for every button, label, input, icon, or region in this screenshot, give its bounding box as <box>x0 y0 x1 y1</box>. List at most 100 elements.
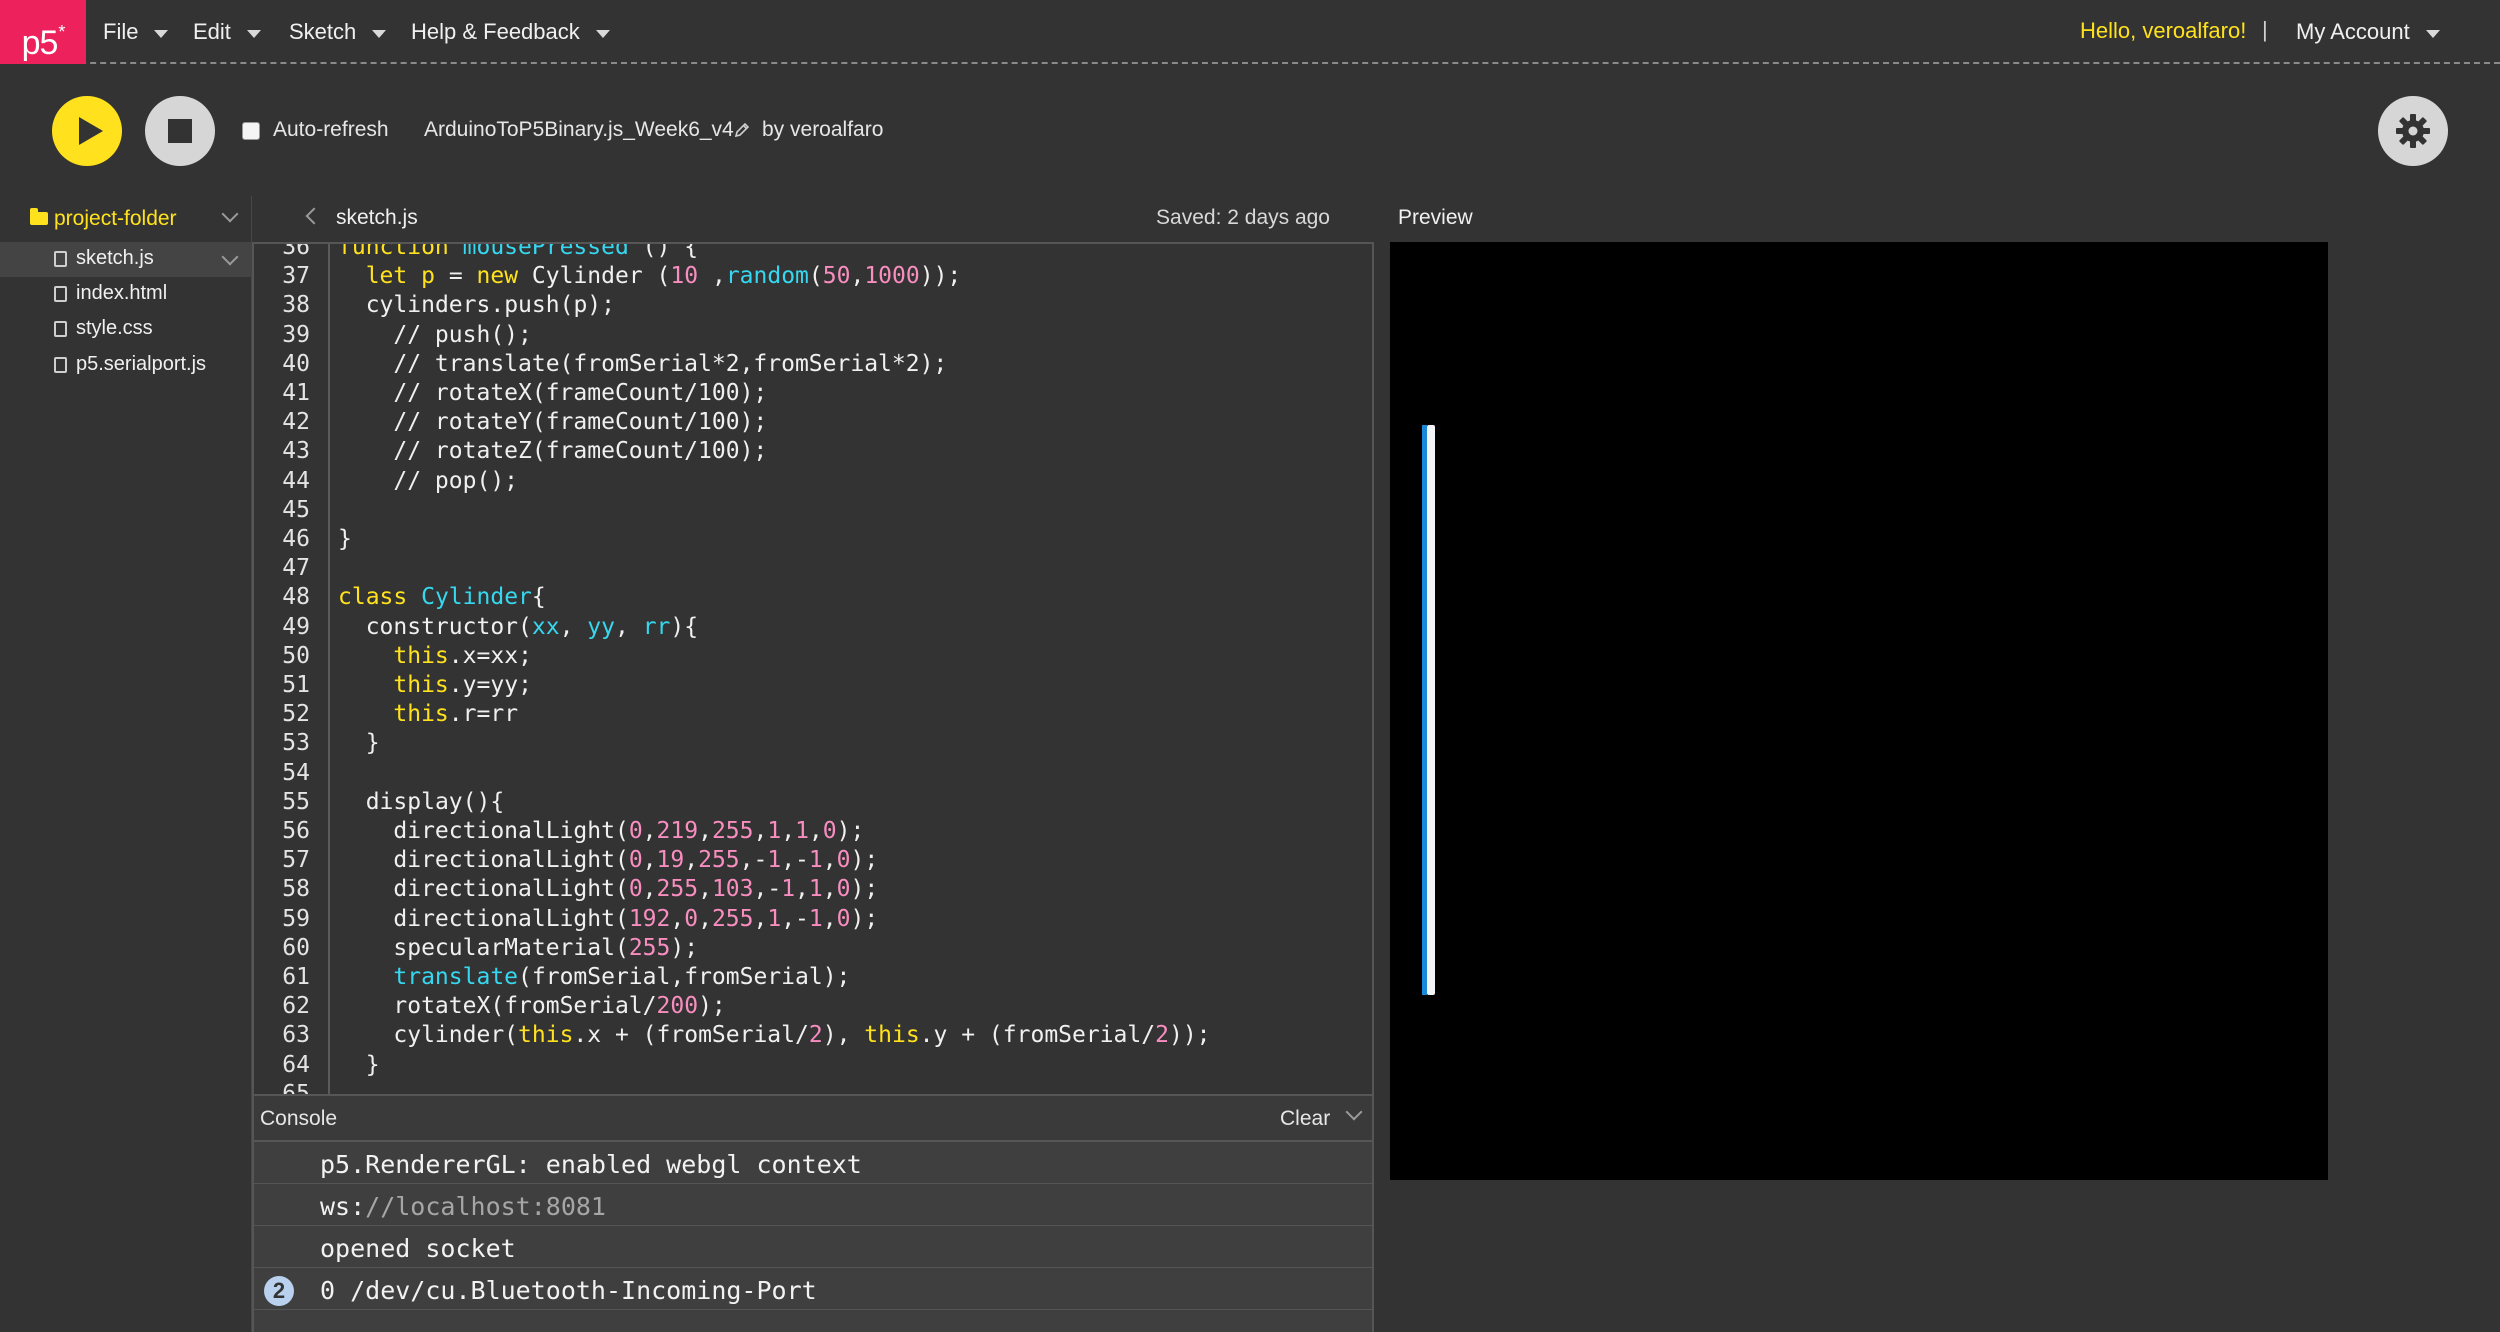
line-number: 47 <box>282 555 310 582</box>
menu-edit[interactable]: Edit <box>193 18 261 46</box>
code-line[interactable]: 46} <box>254 525 1372 554</box>
code-line[interactable]: 45 <box>254 496 1372 525</box>
code-line[interactable]: 39 // push(); <box>254 321 1372 350</box>
line-number: 41 <box>282 380 310 406</box>
menu-sketch[interactable]: Sketch <box>289 18 387 46</box>
line-number: 62 <box>282 993 310 1020</box>
code-text: } <box>338 1051 380 1078</box>
file-label: p5.serialport.js <box>76 353 207 375</box>
code-line[interactable]: 41 // rotateX(frameCount/100); <box>254 379 1372 408</box>
file-label: index.html <box>76 282 168 304</box>
code-text: rotateX(fromSerial/200); <box>393 993 726 1020</box>
code-line[interactable]: 59 directionalLight(192,0,255,1,-1,0); <box>254 905 1372 934</box>
line-number: 53 <box>282 730 310 757</box>
menu-file[interactable]: File <box>103 18 169 46</box>
file-icon <box>54 321 67 337</box>
chevron-down-icon <box>372 29 387 38</box>
chevron-down-icon[interactable] <box>1345 1103 1363 1121</box>
code-text: this.y=yy; <box>393 672 532 698</box>
code-line[interactable]: 47 <box>254 554 1372 583</box>
code-line[interactable]: 58 directionalLight(0,255,103,-1,1,0); <box>254 875 1372 904</box>
code-line[interactable]: 64 } <box>254 1051 1372 1080</box>
code-line[interactable]: 53 } <box>254 729 1372 758</box>
sidebar-file-style-css[interactable]: style.css <box>0 312 252 347</box>
console-message: 2 0 /dev/cu.Bluetooth-Incoming-Port <box>254 1268 1372 1310</box>
code-line[interactable]: 62 rotateX(fromSerial/200); <box>254 992 1372 1021</box>
file-icon <box>54 286 67 302</box>
line-number: 55 <box>282 788 310 815</box>
console-message: opened socket <box>254 1226 1372 1268</box>
console-clear-button[interactable]: Clear <box>1280 1107 1330 1131</box>
code-line[interactable]: 44 // pop(); <box>254 467 1372 496</box>
menu-help-feedback[interactable]: Help & Feedback <box>411 18 610 46</box>
sketch-author: by veroalfaro <box>762 118 884 141</box>
play-button[interactable] <box>52 96 122 166</box>
rendered-cylinder <box>1427 425 1435 995</box>
line-number: 38 <box>282 292 310 319</box>
code-line[interactable]: 55 display(){ <box>254 788 1372 817</box>
code-line[interactable]: 51 this.y=yy; <box>254 671 1372 700</box>
line-number: 39 <box>282 321 310 348</box>
code-line[interactable]: 57 directionalLight(0,19,255,-1,-1,0); <box>254 846 1372 875</box>
line-number: 44 <box>282 467 310 494</box>
code-line[interactable]: 38 cylinders.push(p); <box>254 291 1372 320</box>
code-text: cylinders.push(p); <box>365 292 615 319</box>
console-header: Console Clear <box>252 1096 1374 1142</box>
sidebar-file-sketch-js[interactable]: sketch.js <box>0 242 252 277</box>
code-text: } <box>338 730 380 757</box>
console-message-text: p5.RendererGL: enabled webgl context <box>320 1150 862 1179</box>
top-nav: p5* File Edit Sketch Help & Feedback Hel… <box>0 0 2500 64</box>
folder-icon <box>30 208 48 225</box>
code-line[interactable]: 60 specularMaterial(255); <box>254 934 1372 963</box>
code-line[interactable]: 52 this.r=rr <box>254 700 1372 729</box>
chevron-down-icon[interactable] <box>221 205 239 223</box>
code-line[interactable]: 61 translate(fromSerial,fromSerial); <box>254 963 1372 992</box>
code-text: directionalLight(0,255,103,-1,1,0); <box>393 876 879 903</box>
line-number: 43 <box>282 438 310 465</box>
code-text: // translate(fromSerial*2,fromSerial*2); <box>338 350 948 377</box>
p5-logo[interactable]: p5* <box>0 0 86 64</box>
preview-label: Preview <box>1398 206 1473 229</box>
code-line[interactable]: 36 function mousePressed () { <box>254 244 1372 262</box>
code-line[interactable]: 56 directionalLight(0,219,255,1,1,0); <box>254 817 1372 846</box>
code-editor[interactable]: 36 function mousePressed () {37 let p = n… <box>252 242 1374 1096</box>
chevron-down-icon <box>595 29 610 38</box>
code-text: specularMaterial(255); <box>393 934 699 961</box>
project-folder-row[interactable]: project-folder <box>0 196 252 240</box>
sidebar-file-index-html[interactable]: index.html <box>0 277 252 312</box>
line-number: 60 <box>282 934 310 961</box>
code-line[interactable]: 43 // rotateZ(frameCount/100); <box>254 437 1372 466</box>
code-line[interactable]: 49 constructor(xx, yy, rr){ <box>254 613 1372 642</box>
code-line[interactable]: 37 let p = new Cylinder (10 ,random(50,1… <box>254 262 1372 291</box>
chevron-down-icon[interactable] <box>221 248 239 266</box>
tab-sketch-js[interactable]: sketch.js <box>336 206 418 230</box>
settings-button[interactable] <box>2378 96 2448 166</box>
pencil-icon[interactable] <box>733 121 751 139</box>
logo-asterisk: * <box>58 22 65 42</box>
sketch-name[interactable]: ArduinoToP5Binary.js_Week6_v4 <box>424 118 734 142</box>
auto-refresh-label[interactable]: Auto-refresh <box>273 118 389 142</box>
code-line[interactable]: 40 // translate(fromSerial*2,fromSerial*… <box>254 350 1372 379</box>
line-number: 64 <box>282 1051 310 1078</box>
code-text: translate(fromSerial,fromSerial); <box>393 964 851 990</box>
menu-my-account[interactable]: My Account <box>2296 18 2440 46</box>
line-number: 51 <box>282 672 310 698</box>
line-number: 40 <box>282 350 310 377</box>
code-line[interactable]: 65 <box>254 1080 1372 1094</box>
code-line[interactable]: 42 // rotateY(frameCount/100); <box>254 408 1372 437</box>
stop-button[interactable] <box>145 96 215 166</box>
auto-refresh-checkbox[interactable] <box>242 122 260 140</box>
sketch-canvas[interactable] <box>1390 242 2328 1180</box>
code-text: this.r=rr <box>393 701 519 728</box>
code-line[interactable]: 48 class Cylinder{ <box>254 583 1372 612</box>
code-line[interactable]: 63 cylinder(this.x + (fromSerial/2), thi… <box>254 1021 1372 1050</box>
code-text: class Cylinder{ <box>338 584 546 611</box>
code-line[interactable]: 50 this.x=xx; <box>254 642 1372 671</box>
collapse-sidebar-icon[interactable] <box>305 207 323 225</box>
line-number: 46 <box>282 526 310 552</box>
repeat-count-badge: 2 <box>264 1276 294 1306</box>
line-number: 56 <box>282 818 310 844</box>
sidebar-file-p5-serialport-js[interactable]: p5.serialport.js <box>0 348 252 383</box>
code-text: directionalLight(192,0,255,1,-1,0); <box>393 905 879 932</box>
code-line[interactable]: 54 <box>254 759 1372 788</box>
